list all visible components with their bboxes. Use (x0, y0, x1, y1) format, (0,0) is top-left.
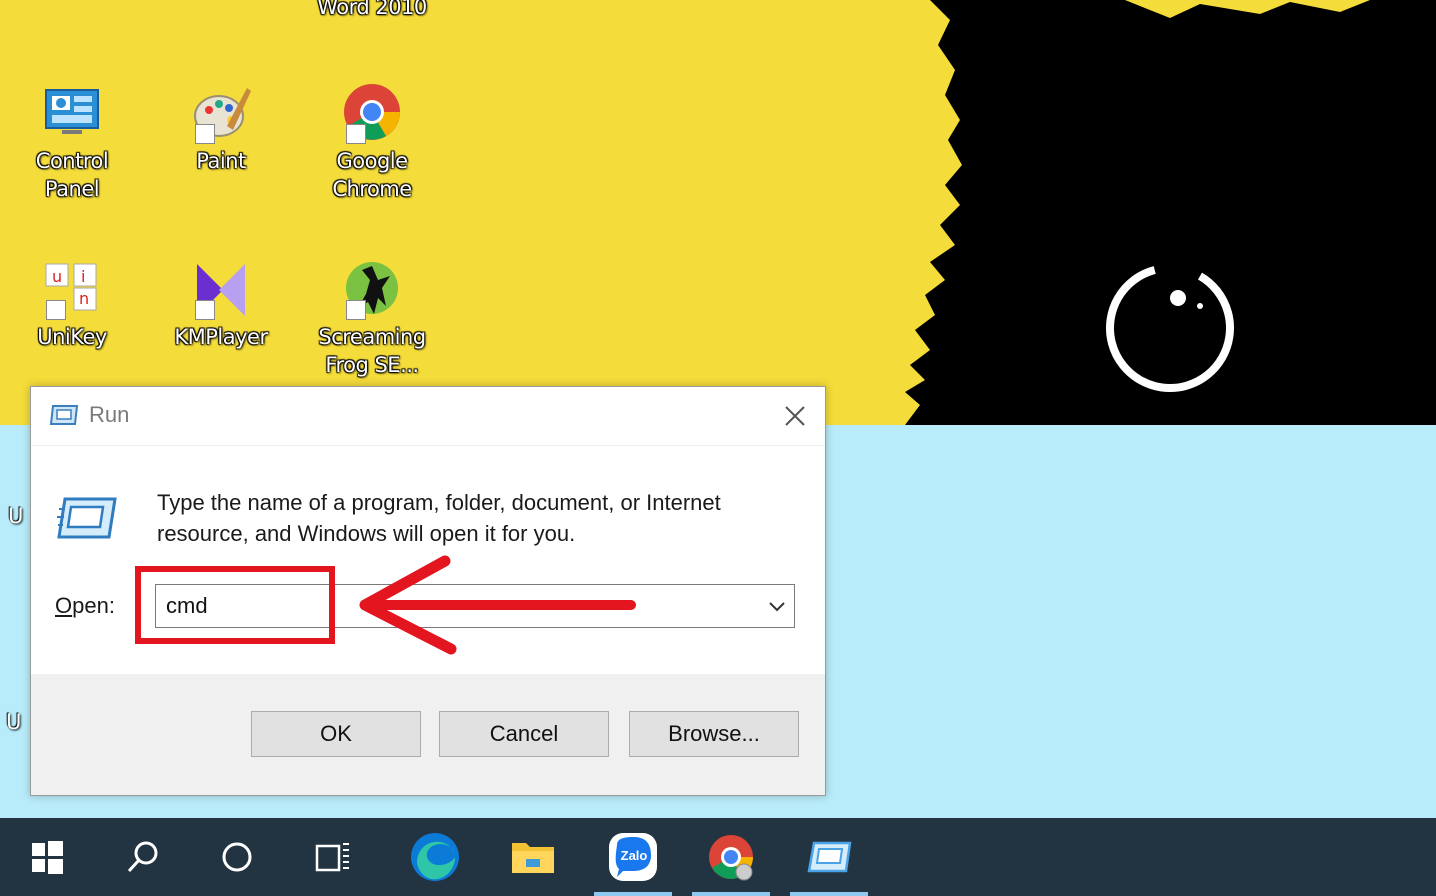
desktop-icon-kmplayer[interactable]: KMPlayer (156, 258, 286, 352)
run-titlebar[interactable]: Run (31, 387, 825, 446)
desktop-icon-label: Chrome (332, 177, 412, 201)
desktop-icon-label: KMPlayer (174, 325, 268, 349)
file-explorer-icon (512, 843, 554, 873)
run-dialog: Run Type the name of a program, folder, … (30, 386, 826, 796)
desktop-icon-label: Panel (44, 177, 100, 201)
desktop-icon-label: Screaming (318, 325, 426, 349)
desktop-icon-label: Word 2010 (317, 0, 427, 19)
run-icon (807, 841, 852, 873)
cat-wallpaper (905, 0, 1436, 425)
desktop-icon-word[interactable]: Word 2010 (307, 0, 437, 22)
dialog-description: Type the name of a program, folder, docu… (157, 490, 721, 546)
desktop-icon-label: Frog SE... (325, 353, 419, 377)
desktop-icon-paint[interactable]: Paint (156, 82, 286, 176)
dialog-title: Run (89, 402, 130, 427)
desktop-icon-screaming-frog[interactable]: Screaming Frog SE... (307, 258, 437, 380)
paint-icon (189, 82, 253, 146)
shortcut-arrow-icon (346, 124, 366, 144)
taskbar: Zalo (0, 818, 1436, 896)
open-label: Open: (55, 593, 115, 618)
cancel-button[interactable]: Cancel (439, 711, 609, 757)
taskbar-zalo[interactable]: Zalo (594, 818, 672, 896)
shortcut-arrow-icon (195, 124, 215, 144)
desktop: Word 2010 Control Panel Paint Google Chr… (0, 0, 1436, 818)
taskbar-chrome[interactable] (692, 818, 770, 896)
chrome-icon (340, 82, 404, 146)
chrome-icon (709, 835, 753, 881)
partial-desktop-label: U (8, 504, 24, 528)
taskbar-run[interactable] (790, 818, 868, 896)
taskbar-edge[interactable] (396, 818, 474, 896)
active-indicator (692, 892, 770, 896)
desktop-icon-control-panel[interactable]: Control Panel (7, 82, 137, 204)
ok-button[interactable]: OK (251, 711, 421, 757)
task-view-icon (315, 843, 349, 872)
browse-button[interactable]: Browse... (629, 711, 799, 757)
desktop-icon-label: UniKey (37, 325, 107, 349)
desktop-icon-unikey[interactable]: u i n UniKey (7, 258, 137, 352)
active-indicator (594, 892, 672, 896)
shortcut-arrow-icon (46, 300, 66, 320)
screaming-frog-icon (340, 258, 404, 322)
zalo-icon: Zalo (609, 833, 657, 881)
close-icon[interactable] (779, 400, 811, 432)
desktop-icon-label: Paint (196, 149, 246, 173)
zalo-label: Zalo (621, 848, 648, 863)
open-combobox[interactable] (155, 584, 795, 628)
start-icon (32, 841, 63, 874)
svg-text:n: n (79, 289, 89, 308)
desktop-icon-label: Google (336, 149, 408, 173)
shortcut-arrow-icon (195, 300, 215, 320)
kmplayer-icon (189, 258, 253, 322)
svg-text:i: i (81, 267, 85, 286)
taskbar-file-explorer[interactable] (494, 818, 572, 896)
desktop-icon-chrome[interactable]: Google Chrome (307, 82, 437, 204)
open-input[interactable] (166, 589, 746, 623)
taskbar-search-button[interactable] (104, 818, 182, 896)
partial-desktop-label: U (6, 710, 22, 734)
start-button[interactable] (8, 818, 86, 896)
chevron-down-icon[interactable] (762, 591, 792, 621)
svg-text:u: u (52, 267, 62, 286)
control-panel-icon (40, 82, 104, 146)
search-icon (127, 841, 158, 873)
unikey-icon: u i n (40, 258, 104, 322)
run-icon (49, 405, 79, 425)
active-indicator (790, 892, 868, 896)
desktop-icon-label: Control (35, 149, 109, 173)
edge-icon (411, 833, 459, 881)
cortana-icon (222, 842, 252, 872)
run-icon (57, 497, 117, 539)
cortana-button[interactable] (198, 818, 276, 896)
task-view-button[interactable] (294, 818, 372, 896)
dialog-footer: OK Cancel Browse... (31, 674, 825, 795)
shortcut-arrow-icon (346, 300, 366, 320)
